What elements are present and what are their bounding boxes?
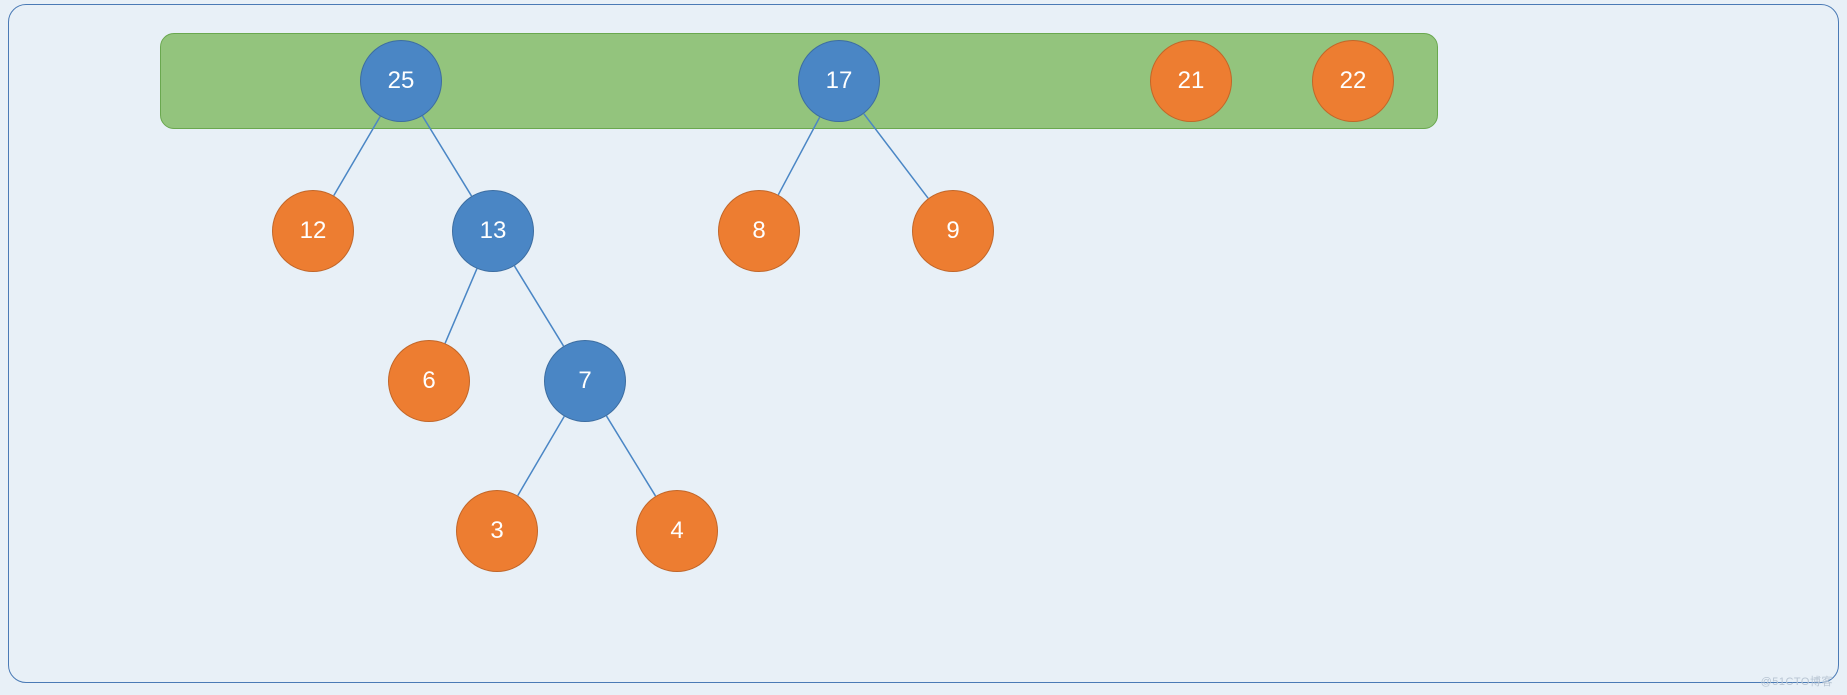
node-4: 4 <box>636 490 718 572</box>
node-7: 7 <box>544 340 626 422</box>
diagram-canvas: 25 17 21 22 12 13 8 9 673 4 @51CTO博客 <box>0 0 1847 695</box>
node-17: 17 <box>798 40 880 122</box>
node-6: 6 <box>388 340 470 422</box>
node-13: 13 <box>452 190 534 272</box>
node-9: 9 <box>912 190 994 272</box>
node-22: 22 <box>1312 40 1394 122</box>
node-12: 12 <box>272 190 354 272</box>
node-25: 25 <box>360 40 442 122</box>
node-21: 21 <box>1150 40 1232 122</box>
watermark-text: @51CTO博客 <box>1761 673 1833 689</box>
node-3: 3 <box>456 490 538 572</box>
node-8: 8 <box>718 190 800 272</box>
